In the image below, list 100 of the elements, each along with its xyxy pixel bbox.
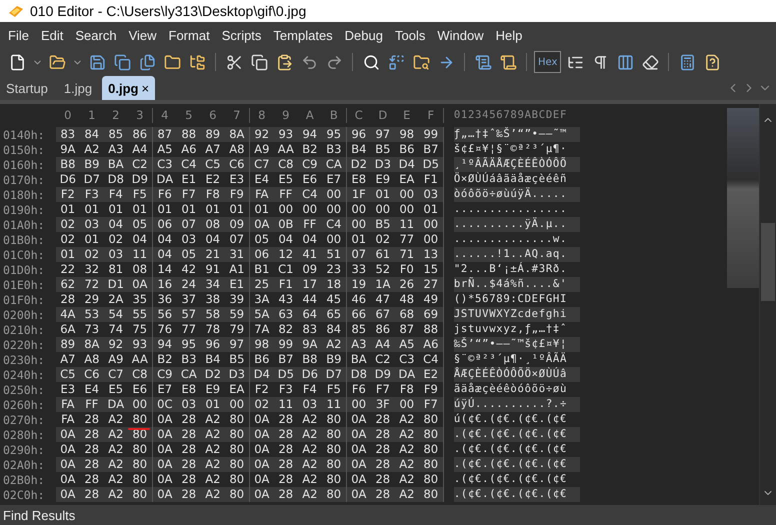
hex-byte[interactable]: C7 (104, 367, 128, 382)
hex-byte[interactable]: D5 (274, 367, 298, 382)
hex-byte[interactable]: A2 (80, 142, 104, 157)
hex-byte[interactable]: 0A (250, 442, 274, 457)
hex-byte[interactable]: 01 (80, 232, 104, 247)
hex-byte[interactable]: 46 (346, 292, 371, 307)
hex-byte[interactable]: 71 (394, 247, 419, 262)
hex-byte[interactable]: 01 (104, 202, 128, 217)
hex-byte[interactable]: 93 (274, 127, 298, 142)
hex-byte[interactable]: 00 (322, 202, 346, 217)
hex-byte[interactable]: 01 (80, 202, 104, 217)
hex-byte[interactable]: 3A (250, 292, 274, 307)
hex-byte[interactable]: 31 (224, 247, 249, 262)
hex-byte[interactable]: 45 (322, 292, 346, 307)
hex-byte[interactable]: 00 (128, 397, 152, 412)
hex-byte[interactable]: 80 (128, 457, 152, 472)
hex-byte[interactable]: A2 (200, 427, 225, 442)
hex-byte[interactable]: 05 (128, 217, 152, 232)
hex-byte[interactable]: 75 (128, 322, 152, 337)
hex-byte[interactable]: 80 (128, 472, 152, 487)
hex-byte[interactable]: C4 (298, 187, 322, 202)
hex-byte[interactable]: 0A (346, 442, 371, 457)
hex-byte[interactable]: 80 (322, 487, 346, 502)
hex-byte[interactable]: 67 (370, 307, 395, 322)
hex-byte[interactable]: 07 (176, 217, 201, 232)
hex-byte[interactable]: F9 (418, 382, 443, 397)
hex-byte[interactable]: F8 (200, 187, 225, 202)
hex-byte[interactable]: A2 (394, 427, 419, 442)
hex-byte[interactable]: 64 (298, 307, 322, 322)
hex-byte[interactable]: DA (394, 367, 419, 382)
hex-byte[interactable]: 08 (128, 262, 152, 277)
hex-byte[interactable]: 80 (322, 442, 346, 457)
hex-byte[interactable]: FA (250, 187, 274, 202)
hex-byte[interactable]: 76 (152, 322, 177, 337)
hex-byte[interactable]: 88 (418, 322, 443, 337)
hex-byte[interactable]: 0A (250, 457, 274, 472)
hex-byte[interactable]: F7 (370, 382, 395, 397)
hex-byte[interactable]: 04 (200, 232, 225, 247)
hex-byte[interactable]: 84 (322, 322, 346, 337)
hex-byte[interactable]: 98 (394, 127, 419, 142)
hex-byte[interactable]: A4 (370, 337, 395, 352)
hex-byte[interactable]: E6 (298, 172, 322, 187)
hex-byte[interactable]: 77 (394, 232, 419, 247)
hex-byte[interactable]: 24 (176, 277, 201, 292)
hex-byte[interactable]: 01 (370, 187, 395, 202)
hex-byte[interactable]: 05 (176, 247, 201, 262)
hex-byte[interactable]: 01 (56, 202, 80, 217)
hex-byte[interactable]: 80 (224, 457, 249, 472)
hex-byte[interactable]: C3 (394, 352, 419, 367)
menu-item[interactable]: Format (162, 28, 216, 42)
hex-byte[interactable]: F1 (274, 277, 298, 292)
hex-byte[interactable]: 28 (176, 472, 201, 487)
hex-byte[interactable]: 94 (298, 127, 322, 142)
hex-byte[interactable]: 9A (56, 142, 80, 157)
hex-byte[interactable]: 00 (298, 202, 322, 217)
hex-byte[interactable]: C2 (128, 157, 152, 172)
hex-byte[interactable]: 94 (152, 337, 177, 352)
hex-byte[interactable]: 43 (274, 292, 298, 307)
hex-byte[interactable]: 80 (418, 412, 443, 427)
hex-byte[interactable]: E3 (224, 172, 249, 187)
hex-byte[interactable]: E5 (104, 382, 128, 397)
hex-byte[interactable]: 28 (370, 442, 395, 457)
hex-byte[interactable]: C9 (152, 367, 177, 382)
hex-byte[interactable]: 57 (176, 307, 201, 322)
hex-byte[interactable]: 03 (298, 397, 322, 412)
hex-byte[interactable]: F3 (274, 382, 298, 397)
hex-byte[interactable]: 35 (128, 292, 152, 307)
hex-byte[interactable]: BA (104, 157, 128, 172)
hex-byte[interactable]: 62 (56, 277, 80, 292)
hex-byte[interactable]: B3 (322, 142, 346, 157)
tab[interactable]: Startup (0, 76, 54, 100)
hex-byte[interactable]: 00 (418, 217, 443, 232)
hex-byte[interactable]: 80 (224, 472, 249, 487)
hex-byte[interactable]: 0A (152, 457, 177, 472)
hex-byte[interactable]: 28 (176, 457, 201, 472)
hex-byte[interactable]: 66 (346, 307, 371, 322)
hex-byte[interactable]: 85 (104, 127, 128, 142)
hex-byte[interactable]: 55 (128, 307, 152, 322)
hex-byte[interactable]: A8 (224, 142, 249, 157)
hex-byte[interactable]: E8 (346, 172, 371, 187)
hex-byte[interactable]: 06 (250, 247, 274, 262)
hex-byte[interactable]: 28 (274, 487, 298, 502)
hex-byte[interactable]: CA (322, 157, 346, 172)
hex-byte[interactable]: F0 (394, 262, 419, 277)
hex-byte[interactable]: C9 (298, 157, 322, 172)
hex-byte[interactable]: 36 (152, 292, 177, 307)
hex-byte[interactable]: A2 (104, 472, 128, 487)
hex-byte[interactable]: 83 (56, 127, 80, 142)
menu-item[interactable]: Scripts (216, 28, 268, 42)
hex-byte[interactable]: 0C (152, 397, 177, 412)
hex-byte[interactable]: 99 (274, 337, 298, 352)
hex-byte[interactable]: 34 (200, 277, 225, 292)
hex-byte[interactable]: 98 (250, 337, 274, 352)
hex-byte[interactable]: 88 (176, 127, 201, 142)
hex-byte[interactable]: 28 (274, 457, 298, 472)
hex-byte[interactable]: F2 (56, 187, 80, 202)
hex-byte[interactable]: D6 (298, 367, 322, 382)
hex-byte[interactable]: A2 (104, 442, 128, 457)
hex-byte[interactable]: 56 (152, 307, 177, 322)
hex-byte[interactable]: B5 (224, 352, 249, 367)
